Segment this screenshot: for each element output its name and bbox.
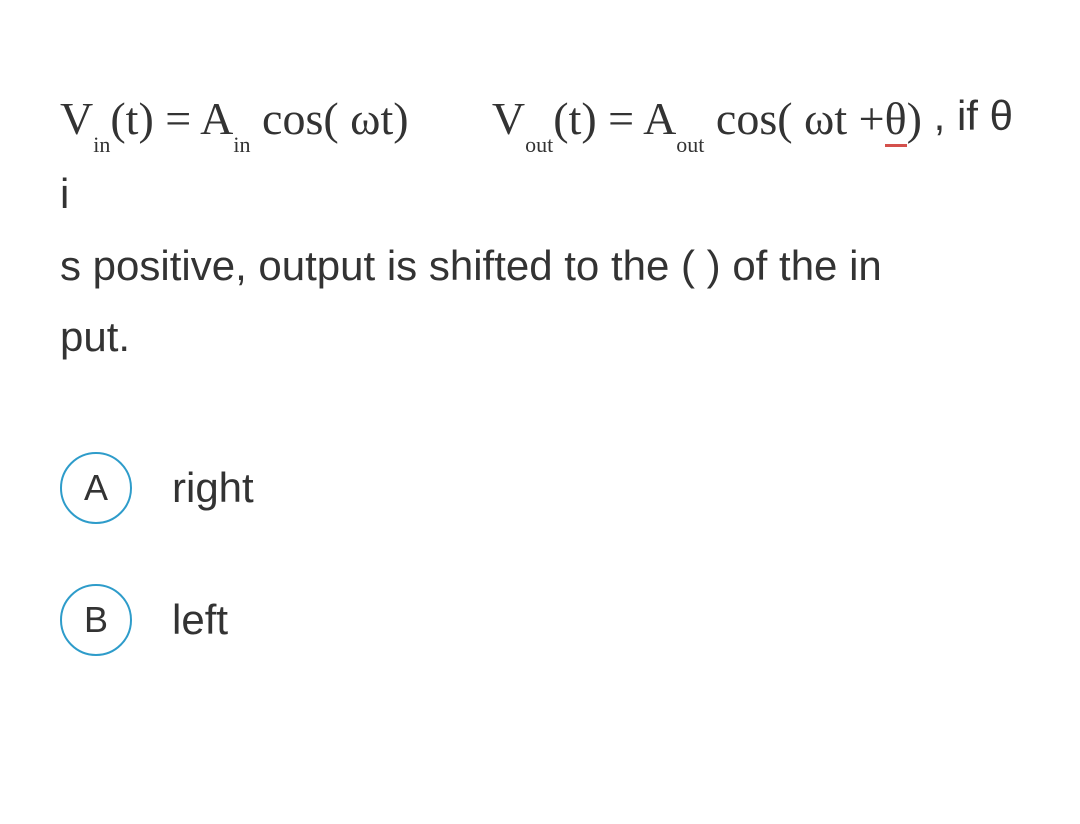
question-tail-2: s positive, output is shifted to the ( )… bbox=[60, 242, 882, 289]
option-label-a: right bbox=[172, 464, 254, 512]
formula-vin: Vin(t) = Ain cos( ωt) bbox=[60, 80, 409, 158]
option-letter-a: A bbox=[60, 452, 132, 524]
options-list: A right B left bbox=[60, 452, 1020, 656]
option-label-b: left bbox=[172, 596, 228, 644]
question-text: Vin(t) = Ain cos( ωt) Vout(t) = Aout cos… bbox=[60, 80, 1020, 372]
option-b[interactable]: B left bbox=[60, 584, 1020, 656]
option-a[interactable]: A right bbox=[60, 452, 1020, 524]
formula-vout: Vout(t) = Aout cos( ωt +θ) bbox=[492, 80, 922, 158]
question-tail-3: put. bbox=[60, 313, 130, 360]
option-letter-b: B bbox=[60, 584, 132, 656]
theta-highlight: θ bbox=[885, 93, 907, 147]
